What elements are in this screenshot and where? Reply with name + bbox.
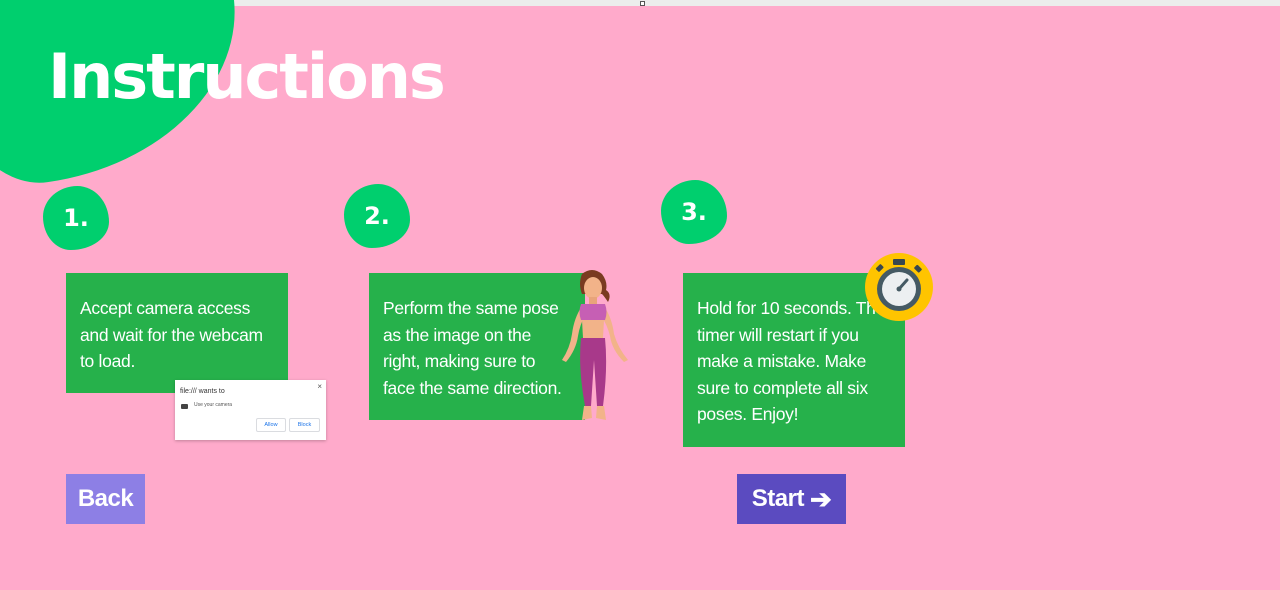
resize-handle[interactable] (640, 1, 645, 6)
camera-permission-popup: file:/// wants to × Use your camera Allo… (175, 380, 326, 440)
camera-icon (181, 404, 188, 409)
start-button-label: Start (751, 485, 805, 512)
block-button: Block (289, 418, 320, 432)
step-3-text: Hold for 10 seconds. The timer will rest… (697, 298, 886, 424)
back-button[interactable]: Back (66, 474, 145, 524)
step-2-number: 2. (344, 184, 410, 248)
allow-button: Allow (256, 418, 286, 432)
right-arrow-icon: ➔ (809, 483, 832, 514)
stopwatch-icon (865, 253, 933, 321)
step-1-card: Accept camera access and wait for the we… (66, 273, 288, 393)
permission-title: file:/// wants to (180, 388, 225, 395)
permission-text: Use your camera (194, 402, 233, 408)
step-2-text: Perform the same pose as the image on th… (383, 298, 562, 398)
step-1-text: Accept camera access and wait for the we… (80, 298, 263, 371)
step-3-number: 3. (661, 180, 727, 244)
close-icon: × (317, 382, 322, 391)
woman-pose-icon (562, 270, 628, 420)
page-title: Instructions (48, 40, 446, 113)
start-button[interactable]: Start ➔ (737, 474, 846, 524)
step-1-number: 1. (43, 186, 109, 250)
